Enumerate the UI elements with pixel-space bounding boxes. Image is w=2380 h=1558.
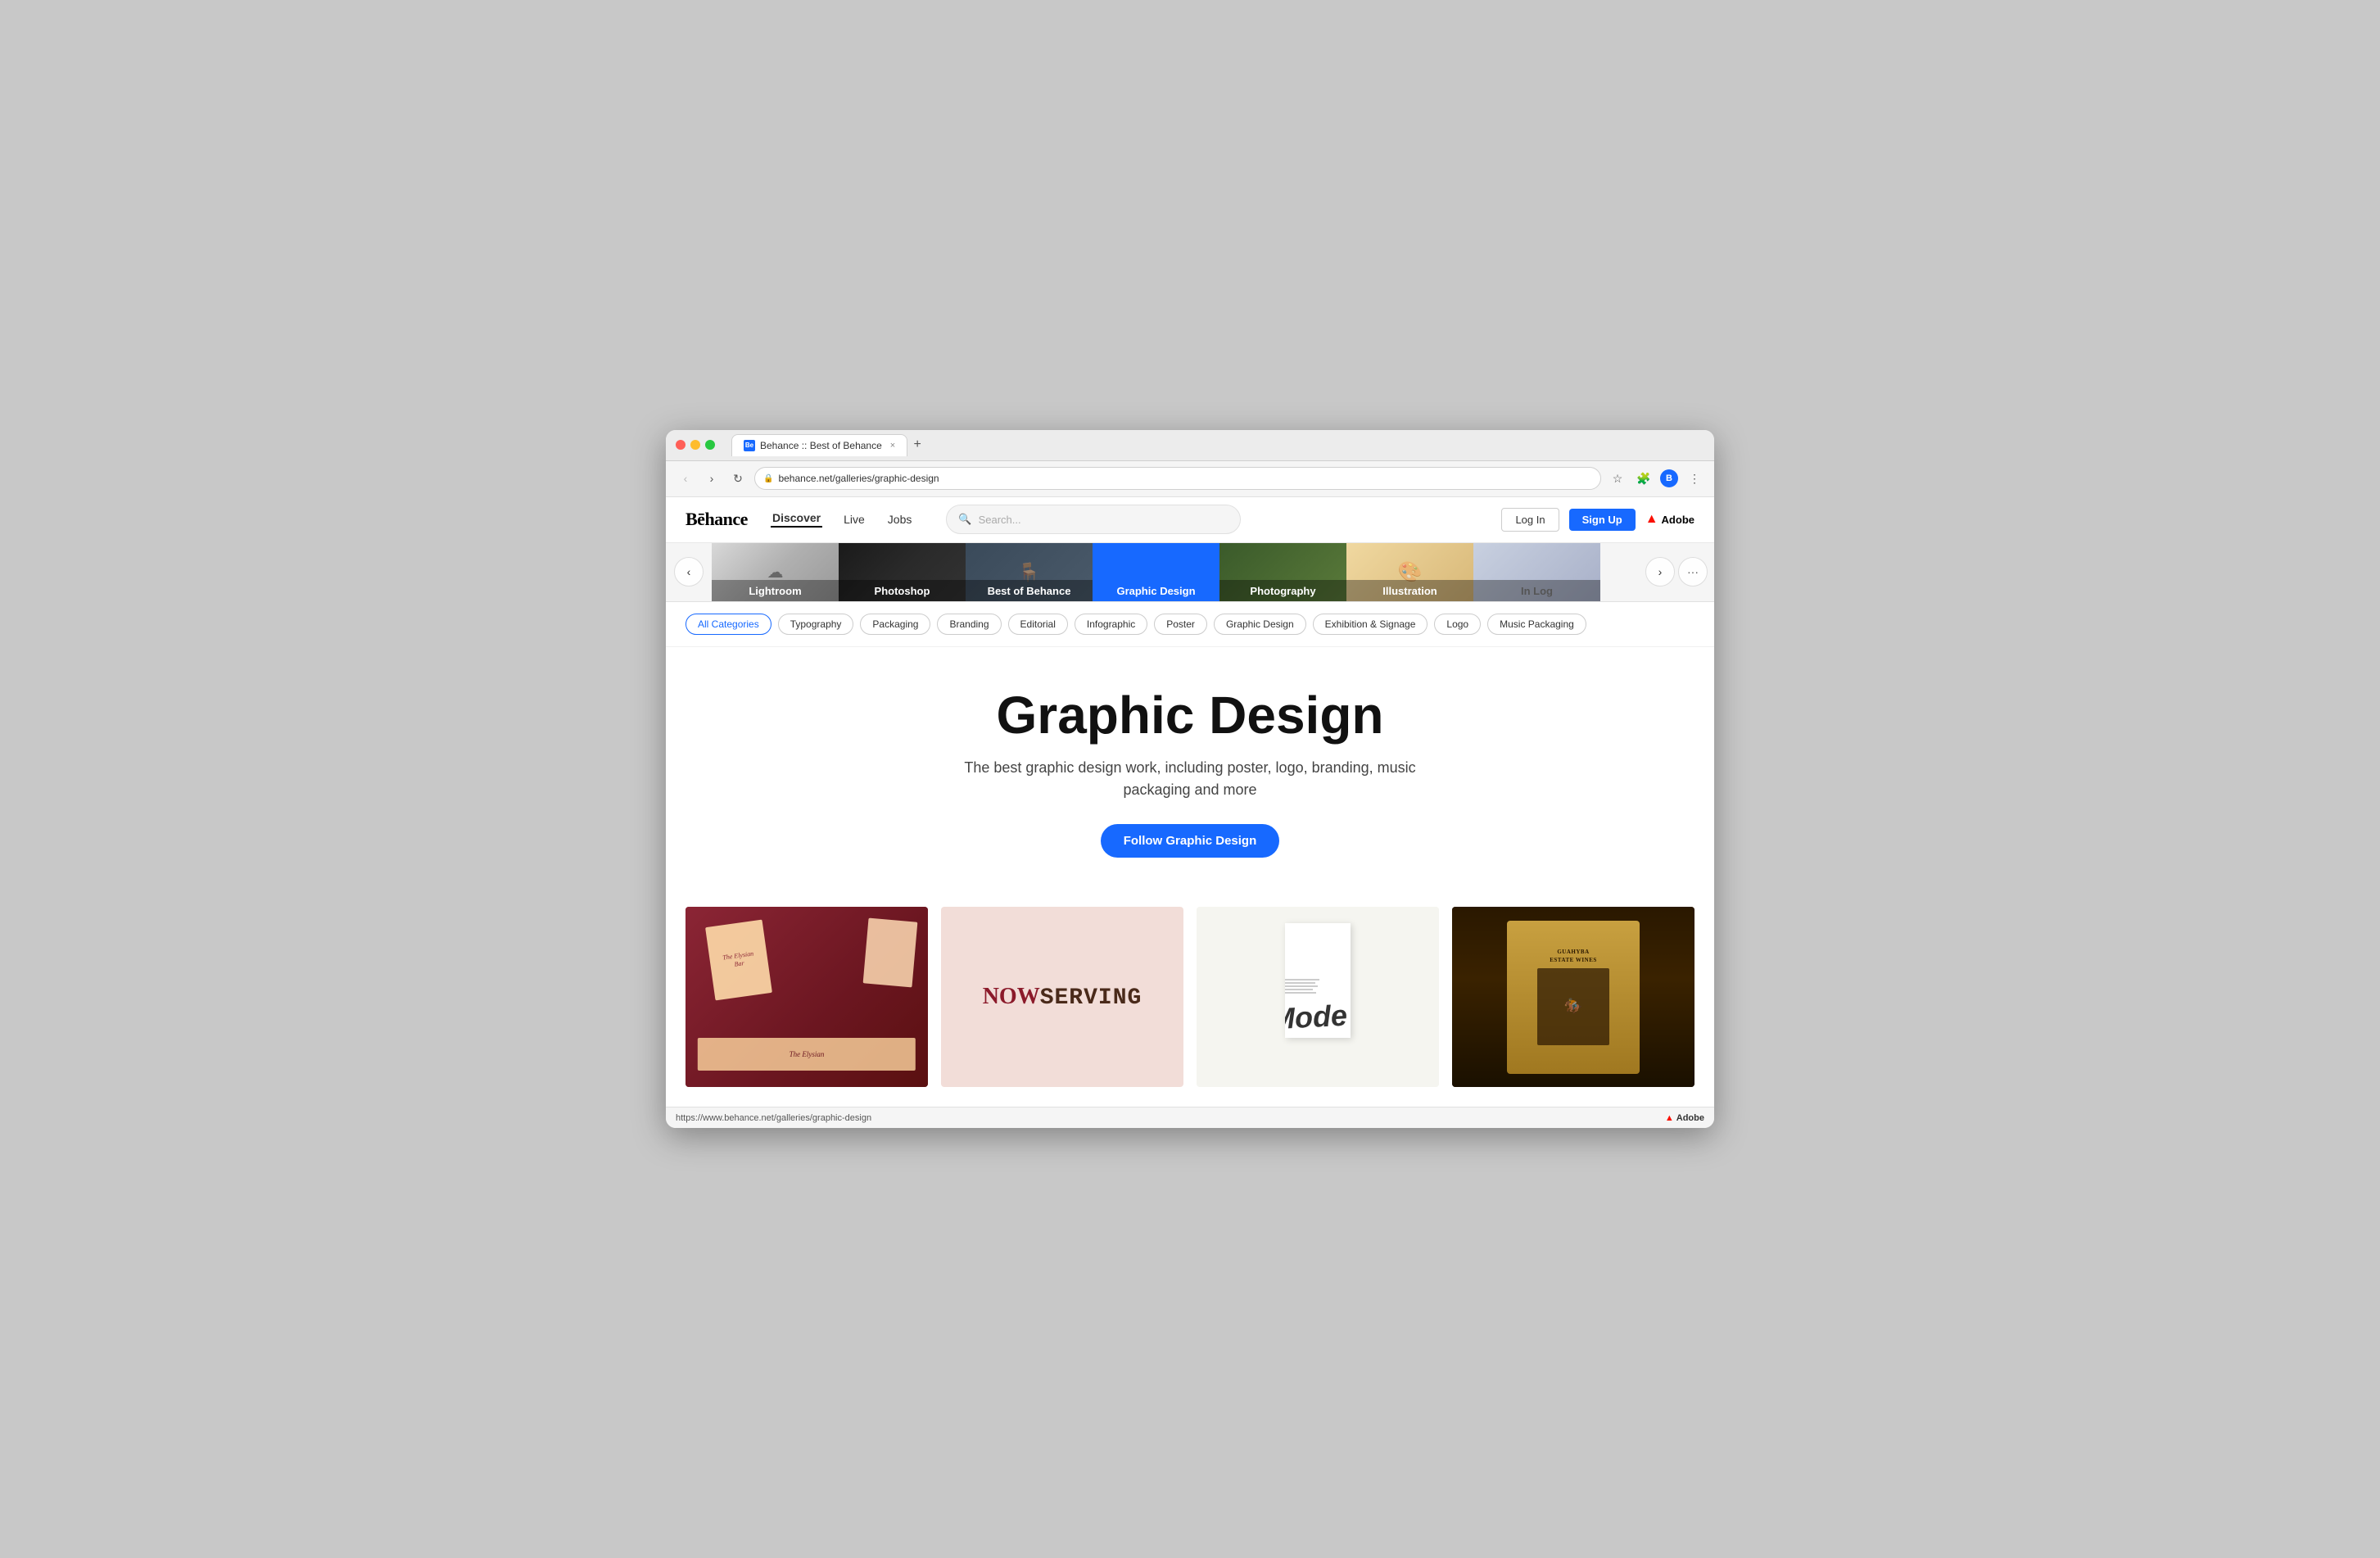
- forward-button[interactable]: ›: [702, 469, 722, 488]
- login-button[interactable]: Log In: [1501, 508, 1559, 532]
- cat-graphic-design[interactable]: Graphic Design: [1214, 614, 1306, 635]
- gallery-item-photography[interactable]: Photography: [1219, 543, 1346, 601]
- nav-discover[interactable]: Discover: [771, 511, 822, 528]
- nav-jobs[interactable]: Jobs: [886, 513, 914, 526]
- gallery-item-photoshop[interactable]: Photoshop: [839, 543, 966, 601]
- adobe-status-icon: ▲: [1665, 1113, 1674, 1123]
- cat-branding[interactable]: Branding: [937, 614, 1001, 635]
- tab-close-button[interactable]: ×: [890, 441, 895, 451]
- active-tab[interactable]: Be Behance :: Best of Behance ×: [731, 434, 907, 456]
- maximize-window-button[interactable]: [705, 440, 715, 450]
- address-text: behance.net/galleries/graphic-design: [778, 473, 939, 484]
- cat-music-packaging[interactable]: Music Packaging: [1487, 614, 1586, 635]
- status-bar: https://www.behance.net/galleries/graphi…: [666, 1107, 1714, 1128]
- browser-window: Be Behance :: Best of Behance × + ‹ › ↻ …: [666, 430, 1714, 1128]
- menu-button[interactable]: ⋮: [1685, 469, 1704, 488]
- gallery-items: ☁ Lightroom Photoshop 🪑 Best of Behance: [666, 543, 1600, 601]
- gallery-card-4[interactable]: GUAHYBAESTATE WINES 🏇: [1452, 907, 1695, 1087]
- gallery-item-graphic-design[interactable]: Graphic Design: [1093, 543, 1219, 601]
- gallery-more-button[interactable]: ···: [1678, 557, 1708, 587]
- address-input[interactable]: 🔒 behance.net/galleries/graphic-design: [754, 467, 1601, 490]
- adobe-label: Adobe: [1662, 514, 1695, 526]
- adobe-icon: ▲: [1645, 512, 1658, 527]
- site-content: Bēhance Discover Live Jobs 🔍 Search... L…: [666, 497, 1714, 1107]
- gallery-item-label-graphic-design: Graphic Design: [1093, 580, 1219, 601]
- tab-bar: Be Behance :: Best of Behance × +: [731, 434, 927, 456]
- follow-button[interactable]: Follow Graphic Design: [1101, 824, 1280, 858]
- gallery-nav: ‹ ☁ Lightroom Photoshop 🪑: [666, 543, 1714, 602]
- nav-right: Log In Sign Up ▲ Adobe: [1501, 508, 1695, 532]
- gallery-item-lightroom[interactable]: ☁ Lightroom: [712, 543, 839, 601]
- gallery-item-label-best: Best of Behance: [966, 580, 1093, 601]
- close-window-button[interactable]: [676, 440, 685, 450]
- chevron-left-icon: ‹: [687, 565, 691, 578]
- lock-icon: 🔒: [763, 474, 773, 483]
- tab-favicon: Be: [744, 440, 755, 451]
- adobe-status-label: Adobe: [1676, 1113, 1704, 1123]
- search-placeholder: Search...: [979, 514, 1021, 526]
- adobe-logo: ▲ Adobe: [1645, 512, 1695, 527]
- title-bar: Be Behance :: Best of Behance × +: [666, 430, 1714, 461]
- nav-search: 🔍 Search...: [946, 505, 1241, 534]
- gallery-item-inlog[interactable]: In Log: [1473, 543, 1600, 601]
- tab-title: Behance :: Best of Behance: [760, 440, 882, 451]
- categories-bar: All Categories Typography Packaging Bran…: [666, 602, 1714, 647]
- back-button[interactable]: ‹: [676, 469, 695, 488]
- gallery-item-label-lightroom: Lightroom: [712, 580, 839, 601]
- signup-button[interactable]: Sign Up: [1569, 509, 1636, 531]
- status-url: https://www.behance.net/galleries/graphi…: [676, 1113, 871, 1123]
- cat-packaging[interactable]: Packaging: [860, 614, 930, 635]
- address-bar: ‹ › ↻ 🔒 behance.net/galleries/graphic-de…: [666, 461, 1714, 497]
- gallery-grid: The ElysianBar The Elysian NOWSERVING: [666, 887, 1714, 1107]
- behance-logo[interactable]: Bēhance: [685, 509, 748, 530]
- user-avatar[interactable]: B: [1660, 469, 1678, 487]
- gallery-card-2[interactable]: NOWSERVING: [941, 907, 1183, 1087]
- search-icon: 🔍: [958, 513, 971, 526]
- refresh-button[interactable]: ↻: [728, 469, 748, 488]
- hero-section: Graphic Design The best graphic design w…: [666, 647, 1714, 887]
- more-icon: ···: [1687, 565, 1699, 578]
- cat-logo[interactable]: Logo: [1434, 614, 1481, 635]
- nav-live[interactable]: Live: [842, 513, 866, 526]
- gallery-item-label-inlog: In Log: [1473, 580, 1600, 601]
- cat-poster[interactable]: Poster: [1154, 614, 1207, 635]
- site-nav: Bēhance Discover Live Jobs 🔍 Search... L…: [666, 497, 1714, 543]
- status-adobe: ▲ Adobe: [1665, 1113, 1704, 1123]
- nav-links: Discover Live Jobs: [771, 511, 913, 528]
- cat-all-categories[interactable]: All Categories: [685, 614, 771, 635]
- gallery-item-illustration[interactable]: 🎨 Illustration: [1346, 543, 1473, 601]
- gallery-item-label-illustration: Illustration: [1346, 580, 1473, 601]
- gallery-item-best[interactable]: 🪑 Best of Behance: [966, 543, 1093, 601]
- cat-editorial[interactable]: Editorial: [1008, 614, 1068, 635]
- gallery-card-3[interactable]: Mode: [1197, 907, 1439, 1087]
- gallery-next-button[interactable]: ›: [1645, 557, 1675, 587]
- hero-title: Graphic Design: [685, 686, 1695, 744]
- star-button[interactable]: ☆: [1608, 469, 1627, 488]
- chevron-right-icon: ›: [1658, 565, 1663, 578]
- hero-description: The best graphic design work, including …: [961, 757, 1419, 801]
- gallery-item-label-photography: Photography: [1219, 580, 1346, 601]
- traffic-lights: [676, 440, 715, 450]
- cat-exhibition[interactable]: Exhibition & Signage: [1313, 614, 1428, 635]
- gallery-item-label-photoshop: Photoshop: [839, 580, 966, 601]
- gallery-card-1[interactable]: The ElysianBar The Elysian: [685, 907, 928, 1087]
- browser-actions: ☆ 🧩 B ⋮: [1608, 469, 1704, 488]
- minimize-window-button[interactable]: [690, 440, 700, 450]
- cat-infographic[interactable]: Infographic: [1075, 614, 1147, 635]
- cat-typography[interactable]: Typography: [778, 614, 854, 635]
- search-box[interactable]: 🔍 Search...: [946, 505, 1241, 534]
- new-tab-button[interactable]: +: [907, 435, 927, 455]
- extensions-button[interactable]: 🧩: [1634, 469, 1654, 488]
